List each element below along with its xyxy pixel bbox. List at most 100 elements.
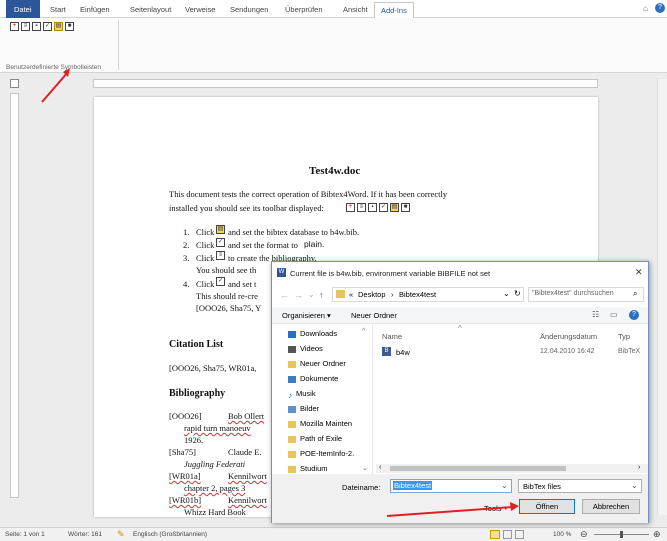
organize-menu[interactable]: Organisieren ▾: [282, 311, 331, 320]
vertical-ruler[interactable]: [10, 93, 19, 498]
folder-icon: [288, 420, 296, 428]
folder-icon: [288, 360, 296, 368]
citation-heading: Citation List: [169, 339, 224, 350]
horizontal-scrollbar[interactable]: ‹ ›: [376, 464, 648, 473]
collapse-ribbon-icon[interactable]: ⌂: [643, 4, 648, 13]
column-date[interactable]: Änderungsdatum: [540, 332, 597, 341]
tab-add-ins[interactable]: Add-Ins: [374, 2, 414, 19]
preview-pane-icon[interactable]: ▭: [610, 310, 618, 319]
annotation-arrow: [386, 502, 519, 517]
view-options-icon[interactable]: ☷: [592, 310, 599, 319]
step-2-format: plain.: [304, 239, 325, 249]
new-folder-button[interactable]: Neuer Ordner: [351, 311, 397, 320]
scroll-left-icon[interactable]: ‹: [379, 464, 381, 471]
language-indicator[interactable]: Englisch (Großbritannien): [133, 531, 207, 538]
breadcrumb-desktop[interactable]: Desktop: [358, 290, 386, 299]
bib-author: Kennilwort: [228, 495, 267, 505]
column-type[interactable]: Typ: [618, 332, 630, 341]
zoom-out-icon[interactable]: ⊖: [580, 529, 588, 540]
search-input[interactable]: "Bibtex4test" durchsuchen ⌕: [528, 287, 644, 302]
help-icon[interactable]: ?: [655, 3, 665, 13]
folder-icon: [336, 290, 345, 298]
chevron-down-icon[interactable]: ⌄: [501, 481, 508, 490]
tab-seitenlayout[interactable]: Seitenlayout: [130, 5, 171, 14]
back-arrow-icon[interactable]: ←: [280, 290, 289, 300]
tab-ueberpruefen[interactable]: Überprüfen: [285, 5, 323, 14]
nav-item-mozilla[interactable]: Mozilla Mainten: [288, 419, 352, 428]
nav-item-studium[interactable]: Studium: [288, 464, 328, 473]
print-layout-icon[interactable]: [490, 530, 500, 539]
nav-item-musik[interactable]: ♪ Musik: [288, 389, 316, 400]
citation-list-icon: ▪: [368, 203, 377, 212]
video-icon: [288, 345, 296, 353]
search-icon[interactable]: ⌕: [633, 289, 637, 299]
tab-sendungen[interactable]: Sendungen: [230, 5, 268, 14]
close-icon[interactable]: ✕: [635, 267, 643, 278]
delete-citations-icon[interactable]: ■: [65, 22, 74, 31]
up-arrow-icon[interactable]: ↑: [319, 290, 324, 300]
set-format-icon: ✓: [216, 277, 225, 286]
refresh-icon[interactable]: ↻: [514, 289, 521, 298]
music-icon: ♪: [288, 390, 292, 400]
full-screen-icon[interactable]: [503, 530, 512, 539]
tab-selector[interactable]: [10, 79, 19, 88]
nav-item-poe[interactable]: POE-ItemInfo-2.: [288, 449, 354, 458]
intro-line-2: installed you should see its toolbar dis…: [169, 203, 324, 213]
open-database-icon[interactable]: ▤: [54, 22, 63, 31]
bib-key: [WR01b]: [169, 495, 202, 505]
open-database-icon: ▤: [390, 203, 399, 212]
nav-item-downloads[interactable]: Downloads: [288, 329, 337, 338]
breadcrumb-bibtex4test[interactable]: Bibtex4test: [399, 290, 436, 299]
scroll-down-icon[interactable]: ⌄: [362, 464, 368, 472]
insert-citation-icon: +: [346, 203, 355, 212]
cancel-button[interactable]: Abbrechen: [582, 499, 640, 514]
step-2-text: and set the format to: [228, 240, 298, 250]
proofing-icon[interactable]: ✎: [117, 529, 125, 540]
filetype-select[interactable]: BibTex files ⌄: [518, 479, 642, 493]
insert-citation-icon[interactable]: +: [10, 22, 19, 31]
tab-start[interactable]: Start: [50, 5, 66, 14]
tab-verweise[interactable]: Verweise: [185, 5, 215, 14]
scroll-right-icon[interactable]: ›: [638, 464, 640, 471]
navigation-pane: Downloads Videos Neuer Ordner Dokumente …: [272, 325, 372, 474]
create-bibliography-icon[interactable]: ≡: [21, 22, 30, 31]
scrollbar-thumb[interactable]: [390, 466, 566, 471]
zoom-level[interactable]: 100 %: [553, 531, 571, 538]
zoom-slider-thumb[interactable]: [620, 531, 623, 538]
vertical-scrollbar[interactable]: [657, 79, 667, 515]
filename-input[interactable]: Bibtex4test ⌄: [390, 479, 512, 493]
step-1-click: Click: [196, 227, 215, 237]
open-button[interactable]: Öffnen: [519, 499, 575, 514]
nav-item-videos[interactable]: Videos: [288, 344, 323, 353]
chevron-down-icon[interactable]: ⌄: [631, 481, 638, 490]
breadcrumb-prefix: «: [349, 290, 354, 299]
step-4-number: 4.: [183, 279, 190, 289]
zoom-in-icon[interactable]: ⊕: [653, 529, 661, 540]
chevron-down-icon[interactable]: ⌄: [308, 290, 315, 299]
word-count[interactable]: Wörter: 161: [68, 531, 102, 538]
scroll-up-icon[interactable]: ^: [362, 328, 365, 335]
bibtex4word-toolbar: + ≡ ▪ ✓ ▤ ■: [10, 22, 74, 31]
horizontal-ruler[interactable]: [93, 79, 598, 88]
set-format-icon[interactable]: ✓: [43, 22, 52, 31]
help-icon[interactable]: ?: [629, 310, 639, 320]
chevron-down-icon[interactable]: ⌄: [503, 289, 510, 298]
nav-item-path-of-exile[interactable]: Path of Exile: [288, 434, 342, 443]
dialog-title: Current file is b4w.bib, environment var…: [290, 269, 491, 278]
nav-item-dokumente[interactable]: Dokumente: [288, 374, 338, 383]
tab-ansicht[interactable]: Ansicht: [343, 5, 368, 14]
nav-item-neuer-ordner[interactable]: Neuer Ordner: [288, 359, 346, 368]
page-count[interactable]: Seite: 1 von 1: [5, 531, 45, 538]
nav-item-bilder[interactable]: Bilder: [288, 404, 319, 413]
tab-einfuegen[interactable]: Einfügen: [80, 5, 110, 14]
column-name[interactable]: Name: [382, 332, 402, 341]
bibliography-heading: Bibliography: [169, 388, 226, 399]
file-row[interactable]: B b4w 12.04.2010 16:42 BibTeX: [376, 345, 648, 359]
set-format-icon: ✓: [379, 203, 388, 212]
web-layout-icon[interactable]: [515, 530, 524, 539]
file-name: b4w: [396, 348, 410, 357]
forward-arrow-icon[interactable]: →: [294, 290, 303, 300]
citation-list-icon[interactable]: ▪: [32, 22, 41, 31]
address-bar[interactable]: « Desktop › Bibtex4test ⌄ ↻: [332, 287, 524, 302]
tab-datei[interactable]: Datei: [6, 0, 40, 18]
